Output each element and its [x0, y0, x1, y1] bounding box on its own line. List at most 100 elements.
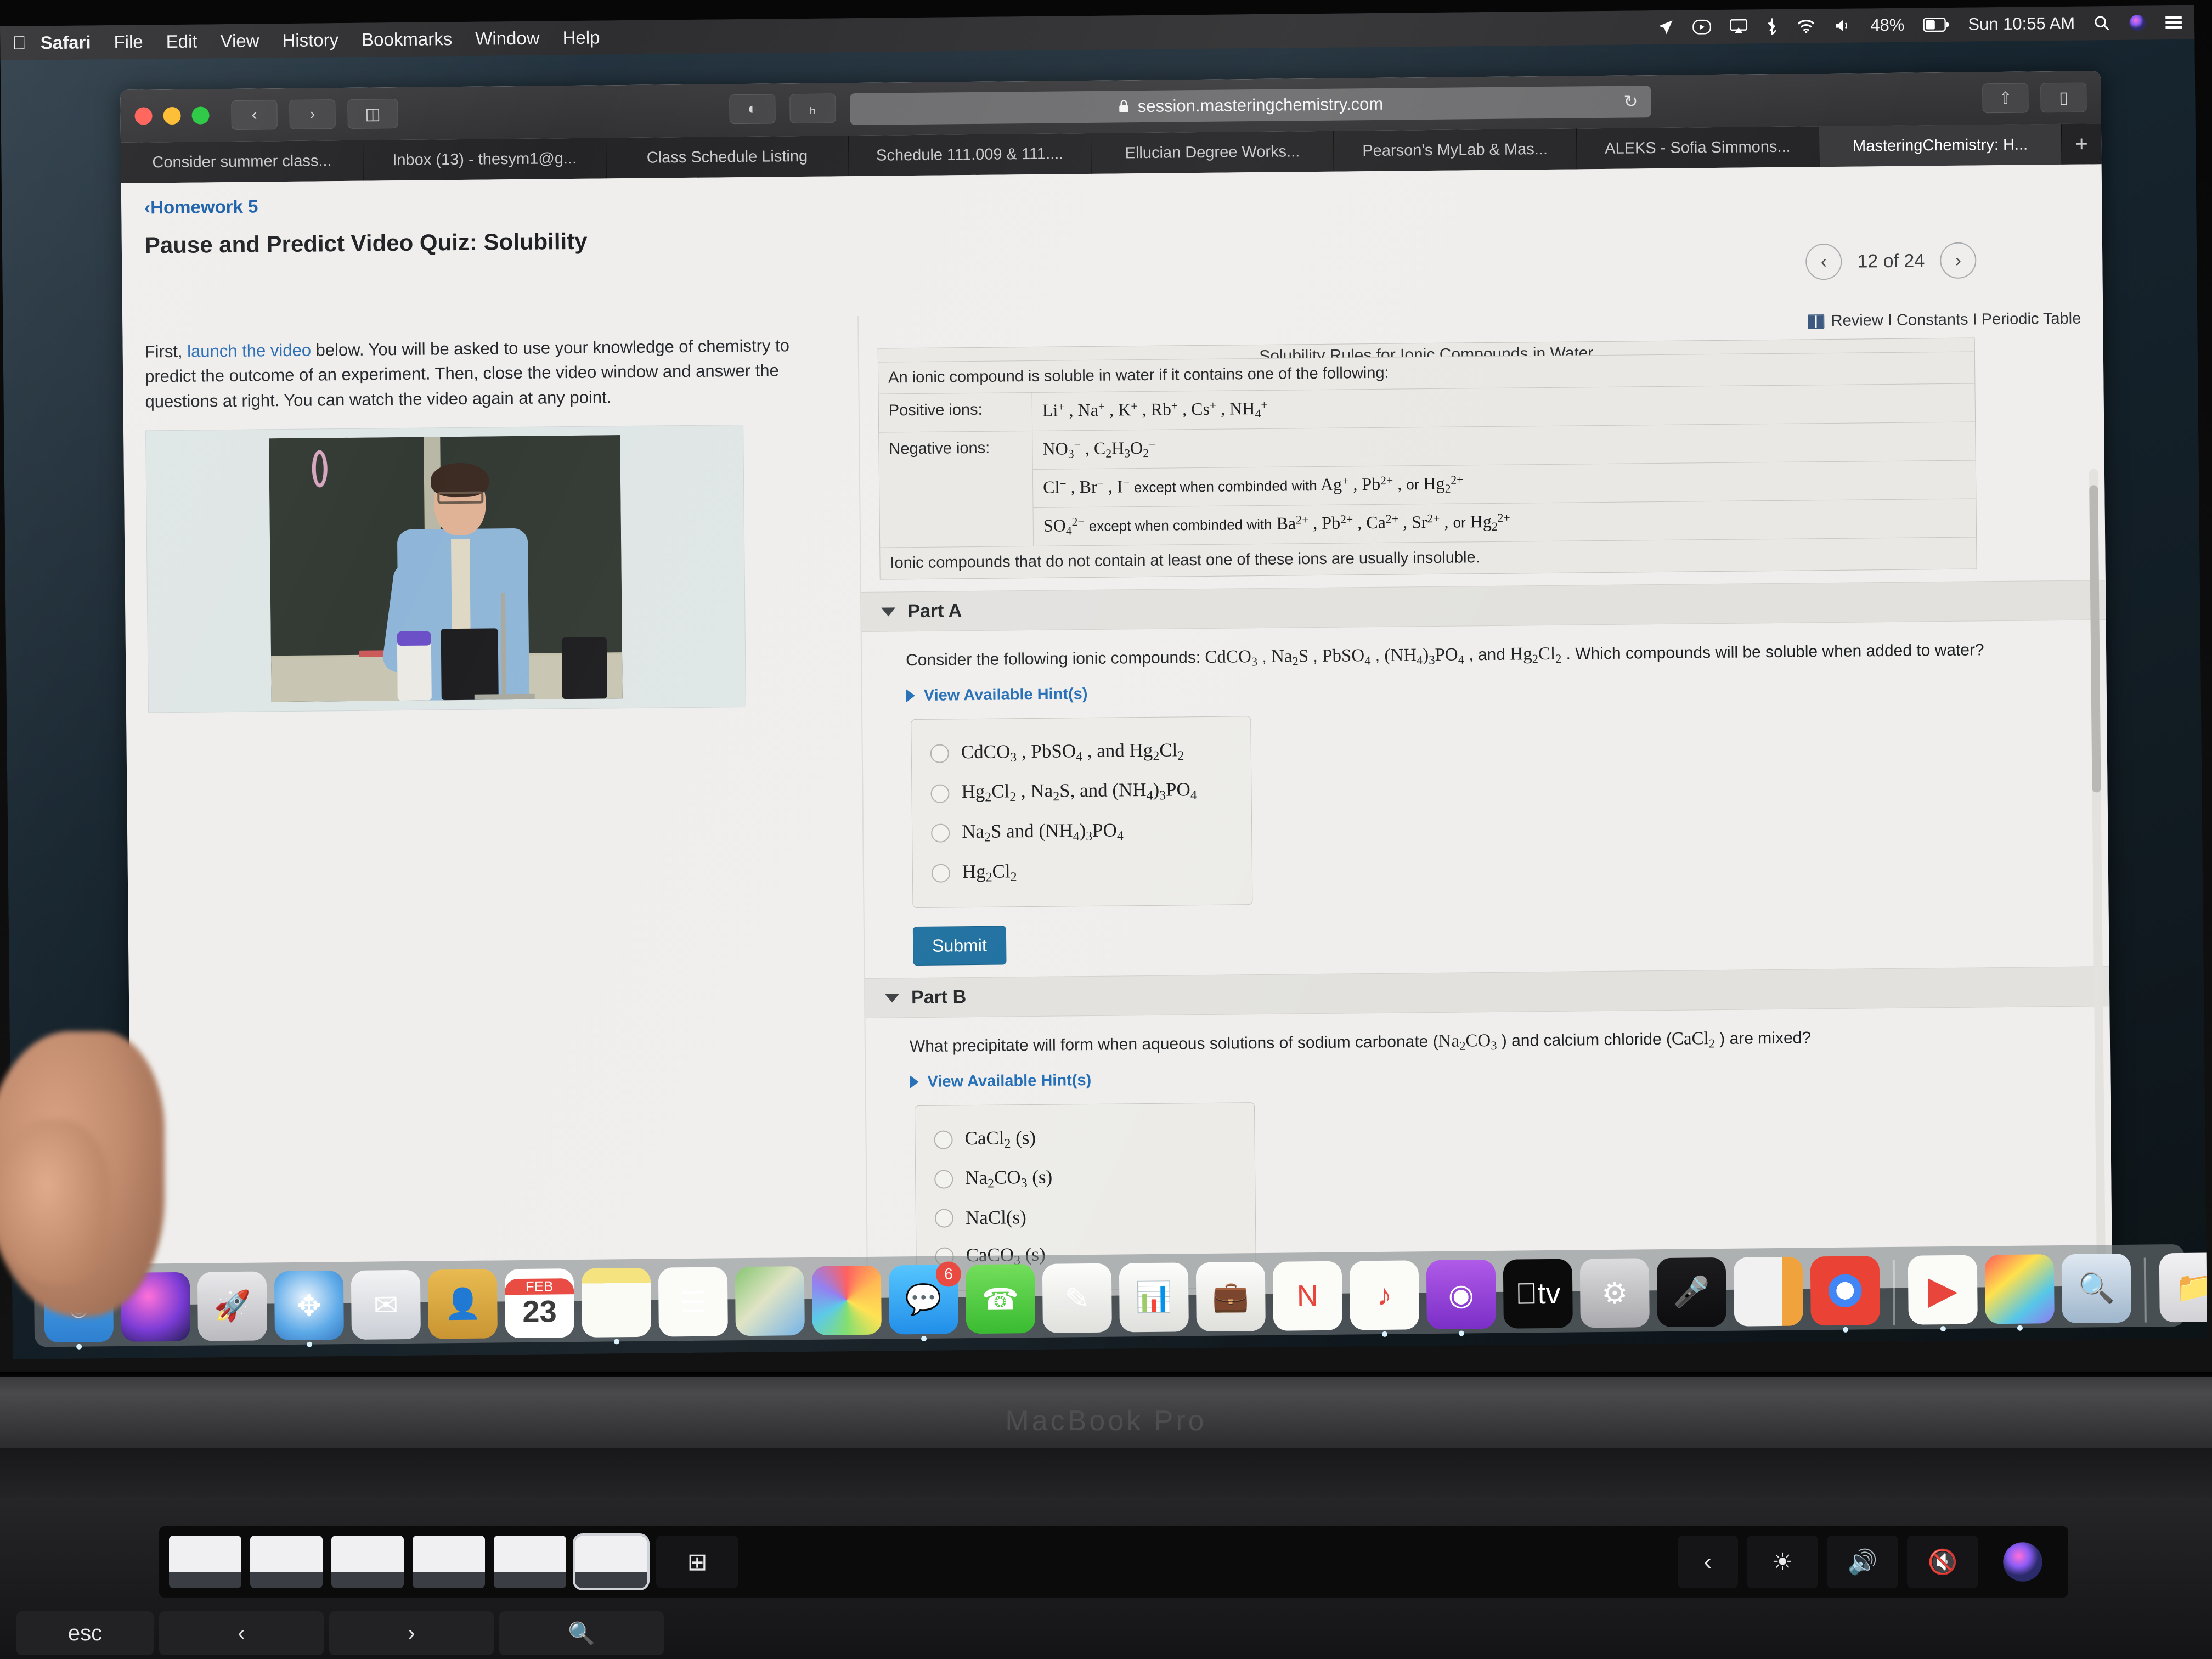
- radio-button[interactable]: [934, 1130, 953, 1149]
- news-icon[interactable]: N: [1272, 1261, 1342, 1331]
- next-question-button[interactable]: ›: [1939, 242, 1977, 279]
- touchbar-window-thumb-4[interactable]: [494, 1536, 566, 1588]
- control-center-icon[interactable]: [2165, 15, 2182, 30]
- menu-item-edit[interactable]: Edit: [166, 31, 198, 53]
- back-button[interactable]: ‹: [231, 100, 278, 130]
- quicktime-icon[interactable]: ▶: [1908, 1255, 1978, 1332]
- menu-clock[interactable]: Sun 10:55 AM: [1968, 14, 2075, 35]
- pages-icon[interactable]: ✎: [1042, 1263, 1112, 1333]
- system-preferences-icon[interactable]: ⚙: [1579, 1258, 1650, 1328]
- touchbar-siri-icon[interactable]: [1987, 1536, 2058, 1588]
- radio-button[interactable]: [934, 1170, 953, 1189]
- maps-icon[interactable]: [735, 1266, 805, 1336]
- sidebar-toggle-button[interactable]: ◫: [347, 99, 398, 129]
- tab-overview-button[interactable]: ▯: [2040, 82, 2087, 113]
- part-a-header[interactable]: Part A: [861, 580, 2106, 633]
- part-b-option-1[interactable]: Na2CO3 (s): [916, 1156, 1255, 1200]
- menu-item-view[interactable]: View: [220, 30, 259, 52]
- photos-icon[interactable]: [811, 1265, 882, 1335]
- safari-dock-icon[interactable]: ✥: [274, 1271, 345, 1347]
- bluetooth-icon[interactable]: [1766, 18, 1778, 36]
- touchbar-window-thumb-2[interactable]: [331, 1536, 404, 1588]
- keynote-icon[interactable]: 💼: [1195, 1261, 1266, 1332]
- menu-item-file[interactable]: File: [114, 31, 143, 53]
- part-a-option-0[interactable]: CdCO3 , PbSO4 , and Hg2Cl2: [911, 731, 1251, 774]
- radio-button[interactable]: [931, 823, 950, 843]
- launchpad-icon[interactable]: 🚀: [197, 1271, 268, 1341]
- contacts-icon[interactable]: 👤: [427, 1269, 498, 1339]
- calendar-icon[interactable]: FEB 23: [504, 1268, 574, 1339]
- messages-icon[interactable]: 💬 6: [888, 1261, 962, 1341]
- tab-1[interactable]: Inbox (13) - thesym1@g...: [363, 138, 607, 181]
- wifi-icon[interactable]: [1797, 18, 1815, 33]
- video-player-box[interactable]: [145, 424, 746, 713]
- tab-0[interactable]: Consider summer class...: [121, 140, 364, 183]
- submit-button[interactable]: Submit: [912, 926, 1007, 966]
- touchbar-expand-icon[interactable]: ‹: [1678, 1536, 1738, 1588]
- notes-icon[interactable]: [581, 1267, 651, 1345]
- reload-icon[interactable]: ↻: [1623, 92, 1638, 111]
- extension-button[interactable]: ₕ: [789, 93, 836, 124]
- apple-menu-icon[interactable]: : [12, 32, 26, 54]
- menu-item-help[interactable]: Help: [562, 27, 600, 49]
- keyboard-key-forward[interactable]: ›: [329, 1611, 494, 1655]
- tab-4[interactable]: Ellucian Degree Works...: [1091, 131, 1334, 174]
- touchbar-new-tab-icon[interactable]: ⊞: [656, 1536, 738, 1588]
- share-button[interactable]: ⇧: [1982, 83, 2029, 114]
- part-a-option-3[interactable]: Hg2Cl2: [913, 850, 1252, 894]
- maximize-window-button[interactable]: [191, 106, 210, 125]
- touchbar-window-thumb-1[interactable]: [250, 1536, 323, 1588]
- chevron-down-icon[interactable]: [885, 994, 900, 1003]
- part-a-option-2[interactable]: Na2S and (NH4)3PO4: [912, 810, 1252, 854]
- tab-7-active[interactable]: MasteringChemistry: H...: [1819, 123, 2062, 167]
- keyboard-key-back[interactable]: ‹: [159, 1611, 324, 1655]
- keyboard-key-search[interactable]: 🔍: [499, 1611, 664, 1655]
- reader-view-button[interactable]: ◐: [729, 94, 776, 125]
- part-a-hint-link[interactable]: View Available Hint(s): [906, 675, 2107, 705]
- preview-icon[interactable]: [1984, 1254, 2055, 1331]
- forward-button[interactable]: ›: [289, 99, 336, 129]
- tab-5[interactable]: Pearson's MyLab & Mas...: [1334, 128, 1577, 172]
- music-icon[interactable]: ♪: [1349, 1260, 1419, 1337]
- launch-video-link[interactable]: launch the video: [187, 341, 311, 361]
- part-b-hint-link[interactable]: View Available Hint(s): [910, 1062, 2110, 1091]
- volume-icon[interactable]: [1834, 18, 1852, 33]
- radio-button[interactable]: [931, 864, 951, 883]
- tab-2[interactable]: Class Schedule Listing: [606, 136, 849, 179]
- siri-icon[interactable]: [2129, 14, 2146, 31]
- facetime-icon[interactable]: ☎: [965, 1264, 1035, 1334]
- garageband-icon[interactable]: 🎤: [1656, 1257, 1726, 1328]
- esc-key[interactable]: esc: [16, 1611, 154, 1655]
- brightness-icon[interactable]: ☀: [1747, 1536, 1818, 1588]
- part-b-header[interactable]: Part B: [865, 966, 2110, 1019]
- radio-button[interactable]: [934, 1209, 954, 1228]
- part-b-option-0[interactable]: CaCl2 (s): [915, 1117, 1255, 1160]
- resources-links[interactable]: Review I Constants I Periodic Table: [1831, 310, 2081, 330]
- mail-icon[interactable]: ✉: [351, 1269, 421, 1340]
- screen-recording-icon[interactable]: [1692, 19, 1712, 35]
- tab-6[interactable]: ALEKS - Sofia Simmons...: [1576, 126, 1820, 170]
- calculator-icon[interactable]: [1733, 1256, 1803, 1327]
- video-thumbnail[interactable]: [269, 435, 623, 702]
- location-icon[interactable]: [1657, 19, 1674, 36]
- chrome-icon[interactable]: [1810, 1256, 1880, 1333]
- volume-up-icon[interactable]: 🔊: [1827, 1536, 1898, 1588]
- close-window-button[interactable]: [134, 107, 153, 125]
- airplay-icon[interactable]: [1730, 18, 1748, 35]
- mute-icon[interactable]: 🔇: [1907, 1536, 1978, 1588]
- touchbar-active-window-thumb[interactable]: [573, 1533, 650, 1590]
- chevron-down-icon[interactable]: [881, 607, 896, 617]
- podcasts-icon[interactable]: ◉: [1426, 1259, 1496, 1336]
- image-capture-icon[interactable]: 🔍: [2061, 1253, 2131, 1324]
- menu-item-history[interactable]: History: [282, 30, 338, 51]
- battery-icon[interactable]: [1923, 18, 1949, 32]
- address-bar[interactable]: session.masteringchemistry.com ↻: [850, 86, 1651, 126]
- reminders-icon[interactable]: ☰: [658, 1267, 728, 1337]
- radio-button[interactable]: [930, 784, 950, 803]
- tab-3[interactable]: Schedule 111.009 & 111....: [848, 133, 1092, 177]
- touchbar-window-thumb-3[interactable]: [413, 1536, 485, 1588]
- menu-item-window[interactable]: Window: [475, 28, 540, 49]
- touchbar-window-thumb-0[interactable]: [169, 1536, 241, 1588]
- radio-button[interactable]: [930, 744, 949, 763]
- spotlight-search-icon[interactable]: [2094, 15, 2110, 31]
